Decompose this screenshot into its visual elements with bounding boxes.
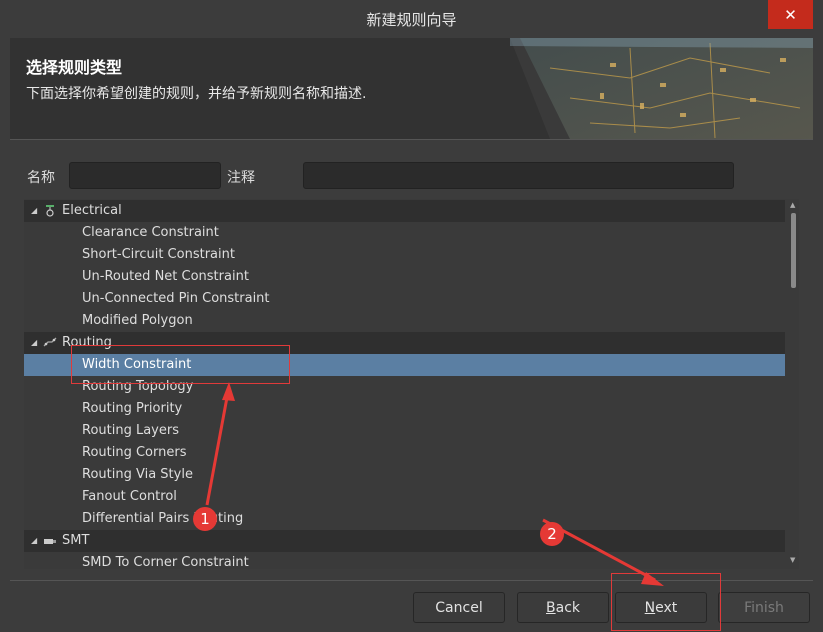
expand-arrow-icon[interactable]: ◢ (31, 530, 37, 552)
tree-category-label: Electrical (62, 203, 122, 218)
title-bar: 新建规则向导 ✕ (0, 0, 823, 38)
tree-item-fanout-control[interactable]: Fanout Control (24, 486, 785, 508)
scrollbar-thumb[interactable] (791, 213, 796, 288)
annotation-highlight-width (71, 345, 290, 384)
tree-item-routing-priority[interactable]: Routing Priority (24, 398, 785, 420)
close-button[interactable]: ✕ (768, 0, 813, 29)
finish-button: Finish (718, 592, 810, 623)
header-divider (10, 139, 813, 140)
rule-type-tree[interactable]: ◢ Electrical Clearance Constraint Short-… (24, 199, 799, 569)
tree-category-smt[interactable]: ◢ SMT (24, 530, 785, 552)
tree-item-routing-layers[interactable]: Routing Layers (24, 420, 785, 442)
tree-item-modified-polygon[interactable]: Modified Polygon (24, 310, 785, 332)
tree-category-label: SMT (62, 533, 90, 548)
smt-icon (44, 539, 56, 544)
annotation-badge-1: 1 (193, 507, 217, 531)
tree-item-routing-corners[interactable]: Routing Corners (24, 442, 785, 464)
name-input[interactable] (69, 162, 221, 189)
comment-label: 注释 (227, 170, 255, 186)
header-panel: 选择规则类型 下面选择你希望创建的规则，并给予新规则名称和描述. (10, 38, 813, 139)
tree-item-smd-to-corner[interactable]: SMD To Corner Constraint (24, 552, 785, 569)
electrical-icon (46, 205, 54, 217)
tree-item-routing-via-style[interactable]: Routing Via Style (24, 464, 785, 486)
tree-item-unrouted-net[interactable]: Un-Routed Net Constraint (24, 266, 785, 288)
scroll-down-icon[interactable]: ▼ (790, 556, 795, 564)
routing-icon (43, 337, 57, 347)
annotation-highlight-next (611, 573, 721, 631)
page-subtitle: 下面选择你希望创建的规则，并给予新规则名称和描述. (26, 86, 367, 102)
tree-scrollbar[interactable]: ▲ ▼ (788, 199, 799, 569)
expand-arrow-icon[interactable]: ◢ (31, 200, 37, 222)
tree-item-unconnected-pin[interactable]: Un-Connected Pin Constraint (24, 288, 785, 310)
scroll-up-icon[interactable]: ▲ (790, 201, 795, 209)
name-label: 名称 (27, 170, 55, 186)
tree-item-clearance[interactable]: Clearance Constraint (24, 222, 785, 244)
tree-category-electrical[interactable]: ◢ Electrical (24, 200, 785, 222)
pcb-banner-image (510, 38, 813, 139)
cancel-button[interactable]: Cancel (413, 592, 505, 623)
annotation-badge-2: 2 (540, 522, 564, 546)
tree-item-short-circuit[interactable]: Short-Circuit Constraint (24, 244, 785, 266)
close-icon: ✕ (784, 5, 797, 24)
back-button[interactable]: Back (517, 592, 609, 623)
expand-arrow-icon[interactable]: ◢ (31, 332, 37, 354)
window-title: 新建规则向导 (366, 11, 457, 29)
tree-item-differential-pairs[interactable]: Differential Pairs Routing (24, 508, 785, 530)
page-title: 选择规则类型 (26, 58, 123, 77)
comment-input[interactable] (303, 162, 734, 189)
